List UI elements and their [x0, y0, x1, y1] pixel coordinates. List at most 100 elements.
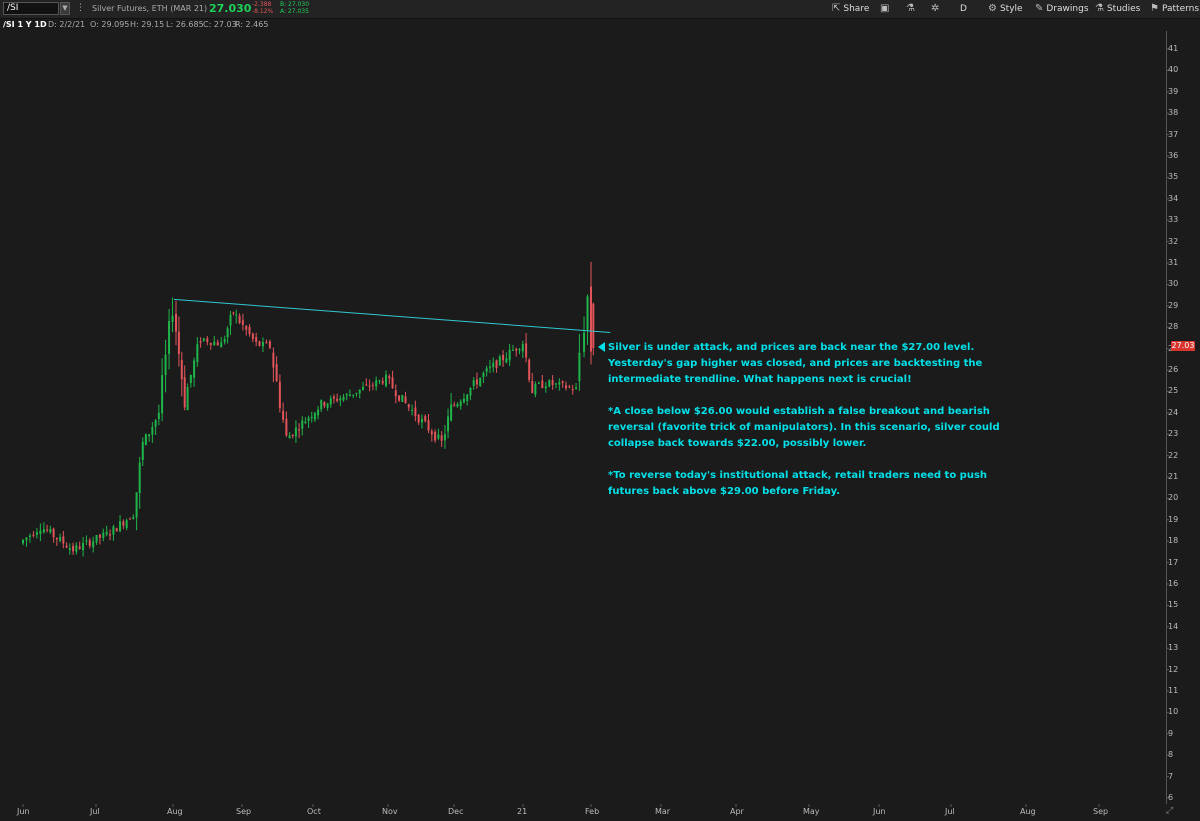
candle	[385, 370, 388, 388]
candle-body	[472, 380, 475, 386]
candle	[568, 384, 571, 389]
time-tick-label: Sep	[236, 807, 252, 816]
price-tick-label: 8	[1168, 750, 1174, 760]
candle-body	[95, 535, 98, 543]
candle	[32, 531, 35, 538]
candle	[282, 402, 285, 423]
time-tick-label: Feb	[585, 807, 600, 816]
candle-body	[298, 429, 301, 431]
candle	[115, 527, 118, 532]
candle-body	[378, 380, 381, 382]
candle-body	[39, 530, 42, 535]
candle	[391, 370, 394, 389]
candle-body	[456, 404, 459, 407]
candle	[78, 541, 81, 550]
candle-body	[186, 387, 189, 411]
candle	[42, 522, 45, 534]
candle-body	[352, 394, 355, 396]
candle	[177, 316, 180, 367]
candle-body	[241, 320, 244, 325]
candle-body	[558, 382, 561, 385]
candle	[135, 492, 138, 531]
candle-body	[175, 313, 178, 332]
candle-body	[226, 328, 229, 338]
price-tick-label: 23	[1168, 429, 1179, 439]
candle	[180, 351, 183, 397]
candle-body	[232, 312, 235, 314]
candle	[339, 395, 342, 406]
candle	[352, 394, 355, 399]
candle-body	[307, 417, 310, 421]
candle	[229, 310, 232, 335]
candle-body	[255, 337, 258, 342]
price-tick-label: 40	[1168, 65, 1179, 75]
price-tick-label: 16	[1168, 579, 1179, 588]
candle	[544, 382, 547, 393]
price-tick-label: 31	[1168, 258, 1179, 267]
price-tick-label: 9	[1168, 728, 1174, 738]
candle	[95, 534, 98, 545]
candle	[414, 400, 417, 422]
candle	[105, 525, 108, 537]
candle-body	[394, 390, 397, 397]
candle	[109, 529, 112, 541]
candle	[453, 401, 456, 407]
price-tick-label: 39	[1168, 86, 1179, 96]
zoom-handle-icon[interactable]: ⤢	[1166, 806, 1200, 821]
candle	[28, 533, 31, 543]
candle	[571, 384, 574, 395]
candle	[348, 389, 351, 397]
candle	[125, 518, 128, 531]
candle-body	[220, 342, 223, 348]
candle	[424, 414, 427, 423]
candle-body	[336, 398, 339, 401]
candle-body	[440, 435, 443, 441]
time-tick-label: Apr	[730, 807, 744, 816]
candle-body	[272, 352, 275, 368]
time-tick-label: Jun	[873, 807, 886, 816]
candle-body	[365, 384, 368, 386]
candle-body	[135, 492, 138, 518]
candle-body	[404, 396, 407, 403]
candle-body	[531, 380, 534, 394]
price-tick-label: 12	[1168, 664, 1179, 674]
candle	[258, 340, 261, 347]
candle-body	[28, 535, 31, 538]
candle	[92, 536, 95, 553]
candle-body	[22, 539, 24, 544]
candle	[450, 393, 453, 422]
price-tick-label: 7	[1168, 771, 1174, 781]
candle	[427, 413, 430, 434]
note-paragraph-2: *A close below $26.00 would establish a …	[608, 406, 1000, 449]
candle-body	[401, 394, 404, 402]
price-tick-label: 35	[1168, 172, 1179, 182]
candle	[407, 403, 410, 412]
candle	[511, 344, 514, 351]
candle	[531, 372, 534, 394]
candle	[65, 542, 68, 549]
candle-body	[157, 412, 160, 420]
candle-body	[565, 385, 568, 389]
candle-body	[515, 348, 518, 351]
candle	[417, 413, 420, 425]
candle	[521, 340, 524, 359]
time-tick-label: Oct	[307, 807, 321, 816]
candle	[443, 424, 446, 449]
candle-body	[209, 342, 212, 345]
candle-body	[518, 349, 521, 351]
candle-body	[568, 386, 571, 388]
candle	[485, 365, 488, 377]
candle	[138, 456, 141, 509]
candle	[482, 371, 485, 384]
time-tick-label: Jun	[17, 807, 30, 816]
candle	[459, 399, 462, 410]
candle-body	[216, 342, 219, 346]
candle-body	[430, 431, 433, 435]
candle	[202, 337, 205, 342]
candle-body	[326, 403, 329, 408]
price-tick-label: 28	[1168, 322, 1179, 332]
price-tick-label: 10	[1168, 707, 1179, 717]
candle	[157, 404, 160, 426]
candle-body	[112, 526, 115, 535]
candle-body	[251, 333, 254, 340]
